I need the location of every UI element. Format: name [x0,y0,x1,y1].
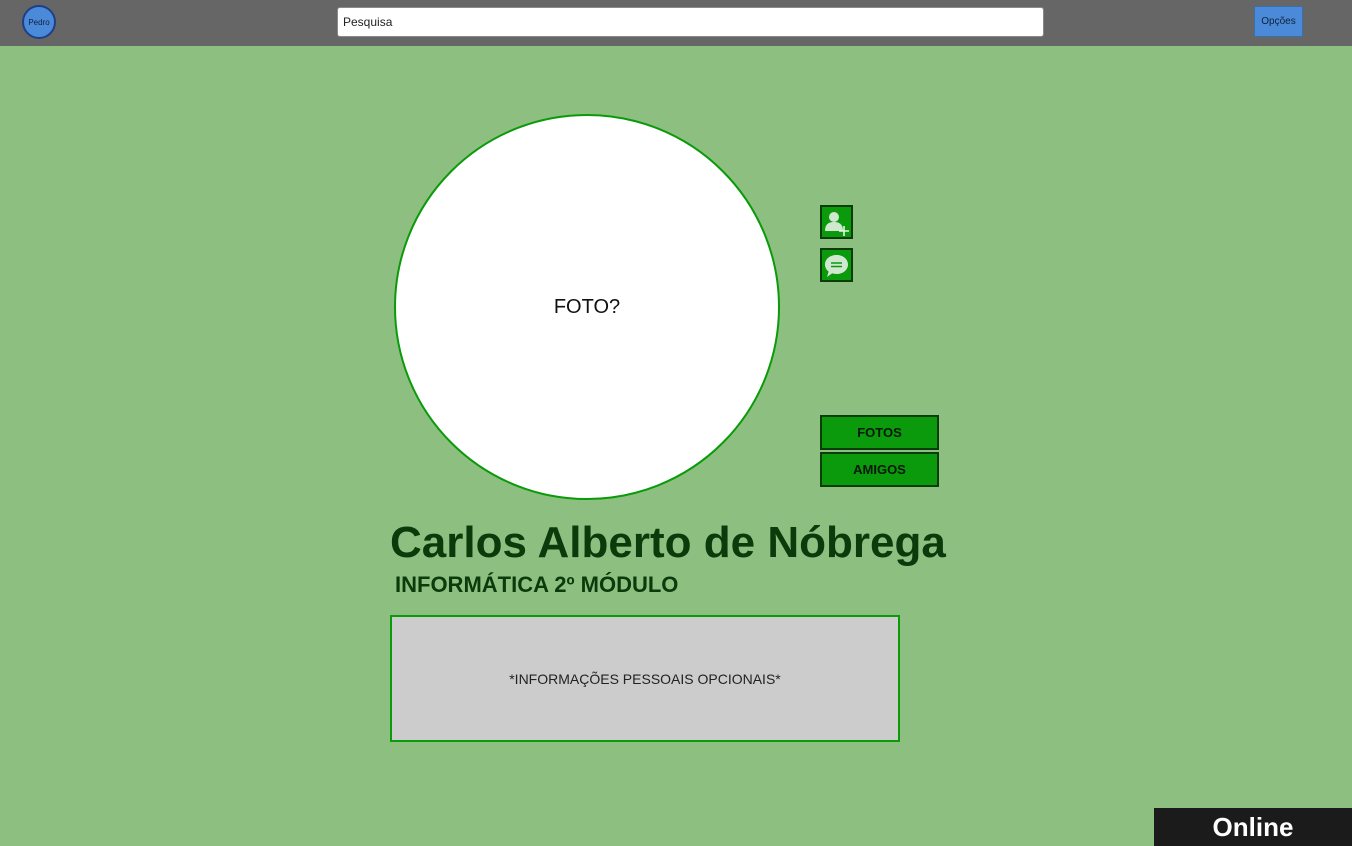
profile-photo[interactable]: FOTO? [394,114,780,500]
photos-button-label: FOTOS [857,425,902,440]
friends-button[interactable]: AMIGOS [820,452,939,487]
online-status-label: Online [1212,811,1294,842]
photos-button[interactable]: FOTOS [820,415,939,450]
user-avatar-button[interactable]: Pedro [22,5,56,39]
chat-bubble-icon [825,254,848,277]
add-user-icon [825,211,849,236]
profile-name: Carlos Alberto de Nóbrega [390,518,946,567]
profile-photo-placeholder: FOTO? [553,295,621,318]
send-message-button[interactable] [820,248,853,282]
online-status-bar[interactable]: Online [1154,808,1352,846]
user-avatar-label: Pedro [28,17,50,27]
options-button-label: Opções [1261,16,1296,27]
personal-info-box: *INFORMAÇÕES PESSOAIS OPCIONAIS* [390,615,900,742]
search-input[interactable] [337,7,1044,37]
profile-course: INFORMÁTICA 2º MÓDULO [395,572,679,597]
add-friend-button[interactable] [820,205,853,239]
personal-info-text: *INFORMAÇÕES PESSOAIS OPCIONAIS* [509,670,781,687]
options-button[interactable]: Opções [1254,6,1303,37]
top-navigation-bar: Pedro Opções [0,0,1352,46]
friends-button-label: AMIGOS [853,462,906,477]
